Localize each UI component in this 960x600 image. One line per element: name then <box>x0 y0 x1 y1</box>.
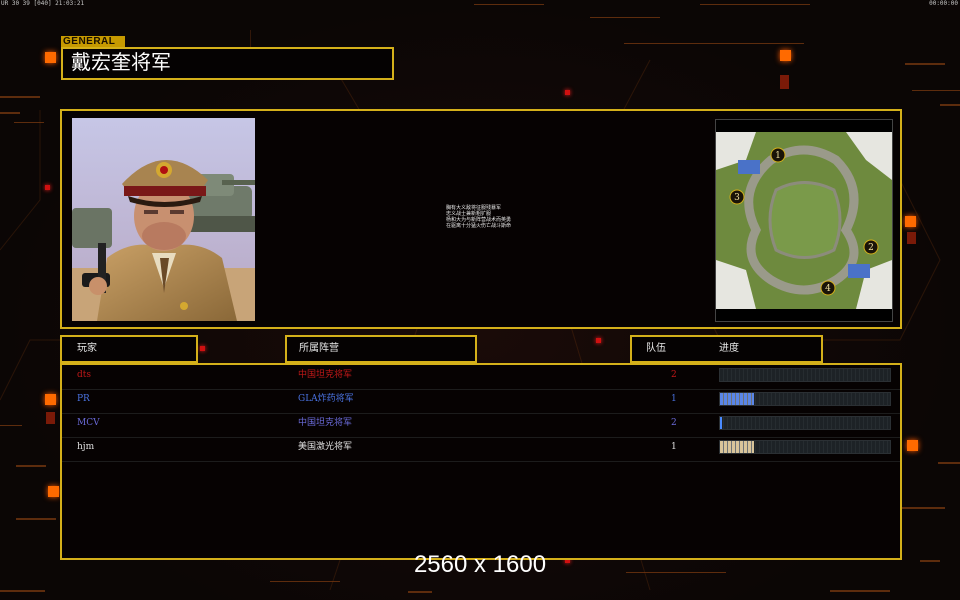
map-marker: 1 <box>775 151 781 161</box>
player-header-box: 玩家 <box>60 335 198 363</box>
progress-bar-fill <box>720 393 754 405</box>
players-panel: dts 中国坦克将军 2 PR GLA炸药将军 1 MCV 中国坦克将军 2 hjm 美国激光将军 1 <box>60 363 902 560</box>
player-name: PR <box>77 394 90 404</box>
progress-bar-fill <box>720 417 722 429</box>
player-name: hjm <box>77 442 95 452</box>
progress-header: 进度 <box>719 343 739 354</box>
player-faction: 美国激光将军 <box>298 442 353 452</box>
player-row: MCV 中国坦克将军 2 <box>62 413 900 438</box>
timer-readout: 00:00:00 <box>929 0 958 7</box>
player-team: 2 <box>671 418 677 428</box>
player-team: 1 <box>671 442 677 452</box>
progress-bar <box>719 368 891 382</box>
progress-bar <box>719 440 891 454</box>
progress-bar <box>719 416 891 430</box>
briefing-text: 胸有大义敌将征服残暴军 忠义战士兼新粗犷服 杨和大为与新阵营战术而英勇 在驱离十… <box>446 205 512 229</box>
team-header: 队伍 <box>646 343 666 354</box>
loading-screen: UR 30 39 [040] 21:03:21 00:00:00 GENERAL… <box>0 0 960 600</box>
map-marker: 3 <box>734 193 740 203</box>
faction-header: 所属阵营 <box>299 343 339 354</box>
minimap: 1 2 3 4 <box>715 119 893 322</box>
player-name: MCV <box>77 418 100 428</box>
general-tag: GENERAL <box>61 36 125 47</box>
team-progress-header-box: 队伍 进度 <box>630 335 823 363</box>
progress-bar-fill <box>720 441 754 453</box>
player-row: dts 中国坦克将军 2 <box>62 365 900 390</box>
player-row: PR GLA炸药将军 1 <box>62 389 900 414</box>
progress-bar <box>719 392 891 406</box>
player-team: 1 <box>671 394 677 404</box>
resolution-label: 2560 x 1600 <box>413 551 547 578</box>
player-faction: GLA炸药将军 <box>298 394 354 404</box>
player-faction: 中国坦克将军 <box>298 370 353 380</box>
player-header: 玩家 <box>77 343 97 354</box>
player-name: dts <box>77 370 91 380</box>
general-name: 戴宏奎将军 <box>71 50 171 74</box>
status-readout: UR 30 39 [040] 21:03:21 <box>1 0 85 7</box>
general-portrait <box>72 118 255 321</box>
map-marker: 4 <box>825 284 831 294</box>
player-row: hjm 美国激光将军 1 <box>62 437 900 462</box>
map-marker: 2 <box>868 243 874 253</box>
faction-header-box: 所属阵营 <box>285 335 477 363</box>
general-name-box: 戴宏奎将军 <box>61 47 394 80</box>
player-faction: 中国坦克将军 <box>298 418 353 428</box>
player-team: 2 <box>671 370 677 380</box>
